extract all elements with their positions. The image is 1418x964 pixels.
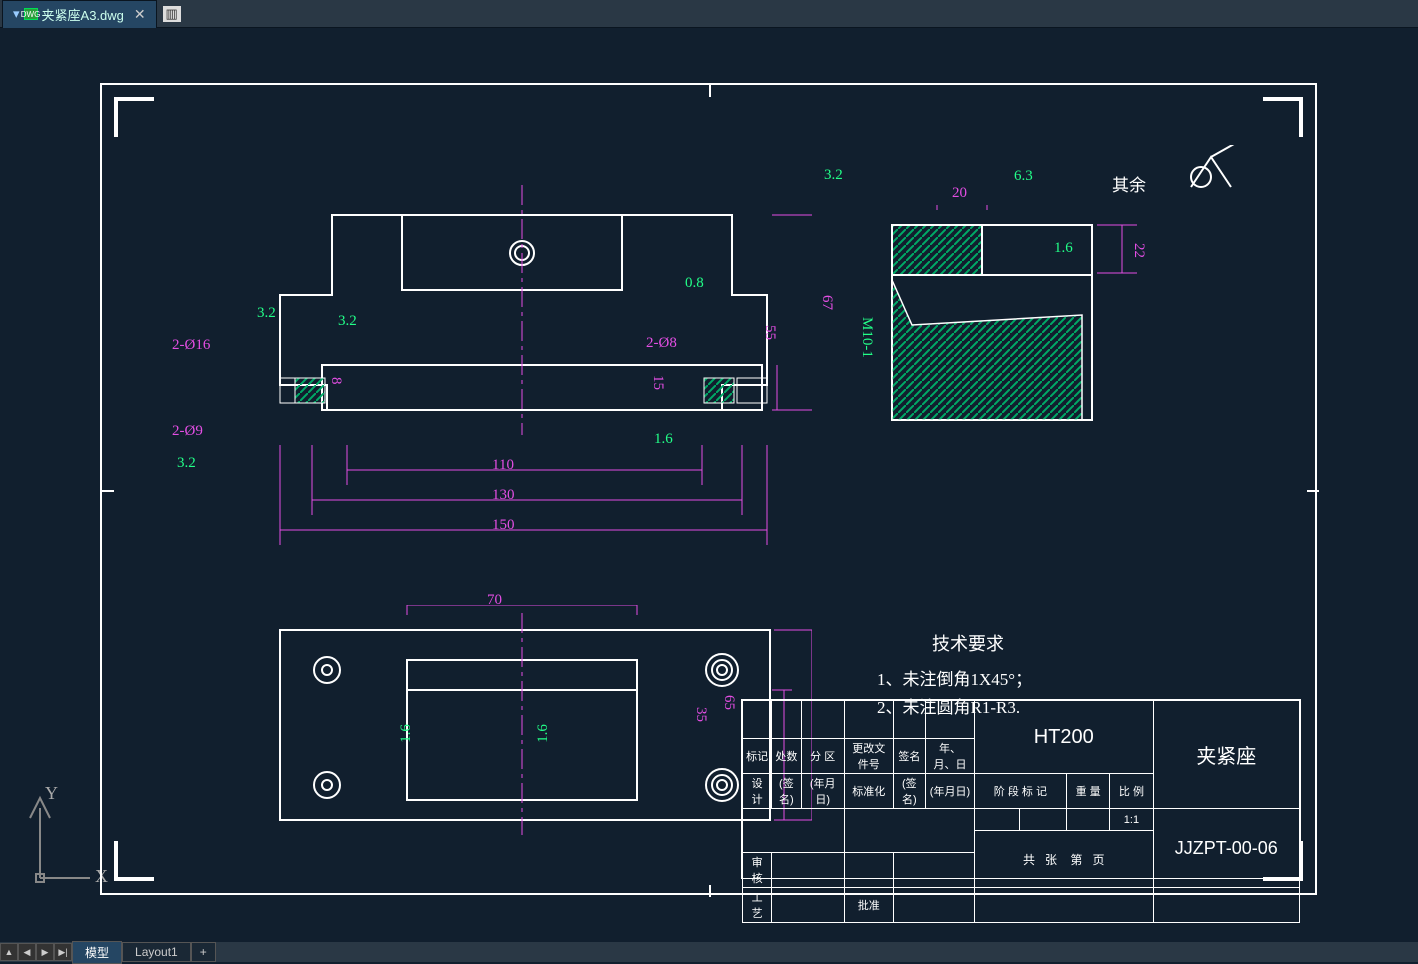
tb-qianming: 签名 — [893, 739, 926, 774]
qiyu-label: 其余 — [1112, 171, 1146, 196]
nav-prev-icon[interactable]: ◀ — [18, 943, 36, 961]
part-name: 夹紧座 — [1153, 701, 1299, 809]
document-tab-bar: ▾ DWG 夹紧座A3.dwg ✕ ▥ — [0, 0, 1418, 28]
dim-67: 67 — [818, 295, 835, 310]
drawing-frame: 110 130 150 70 20 22 67 55 15 8 35 65 2-… — [100, 83, 1317, 895]
surf-1.6: 1.6 — [654, 431, 673, 448]
tb-scale: 1:1 — [1110, 809, 1153, 831]
surf-1.6: 1.6 — [535, 724, 552, 743]
tab-filename: 夹紧座A3.dwg — [42, 5, 124, 24]
nav-last-icon[interactable]: ▶| — [54, 943, 72, 961]
dim-65: 65 — [720, 695, 737, 710]
surf-3.2: 3.2 — [338, 313, 357, 330]
tb-qm2: (签名) — [893, 774, 926, 809]
drawing-canvas[interactable]: Y X — [0, 28, 1418, 942]
dim-110: 110 — [492, 457, 514, 474]
surf-3.2: 3.2 — [177, 455, 196, 472]
surf-6.3: 6.3 — [1014, 168, 1033, 185]
dim-2phi8: 2-Ø8 — [646, 335, 677, 352]
tb-bzh: 标准化 — [844, 774, 893, 809]
tech-req-line1: 1、未注倒角1X45°； — [877, 665, 1032, 690]
tb-bili: 比 例 — [1110, 774, 1153, 809]
dim-22: 22 — [1130, 243, 1147, 258]
tab-dropdown-icon[interactable]: ▾ — [13, 6, 20, 22]
add-layout-tab[interactable]: + — [191, 942, 216, 962]
tb-nyr2: (年月日) — [801, 774, 844, 809]
ucs-y-label: Y — [45, 783, 58, 804]
dim-20: 20 — [952, 185, 967, 202]
tb-chushu: 处数 — [772, 739, 801, 774]
dim-2phi9: 2-Ø9 — [172, 423, 203, 440]
tb-genggai: 更改文件号 — [844, 739, 893, 774]
nav-next-icon[interactable]: ▶ — [36, 943, 54, 961]
tb-nyr3: (年月日) — [926, 774, 975, 809]
model-tab[interactable]: 模型 — [72, 941, 122, 964]
tb-zhongliang: 重 量 — [1066, 774, 1109, 809]
surf-1.6: 1.6 — [1054, 240, 1073, 257]
tb-sheji: 设 计 — [743, 774, 772, 809]
tb-pizhun: 批准 — [844, 888, 893, 923]
dim-70: 70 — [487, 592, 502, 609]
surf-1.6: 1.6 — [398, 724, 415, 743]
dim-150: 150 — [492, 517, 515, 534]
material: HT200 — [974, 701, 1153, 774]
tb-fenqu: 分 区 — [801, 739, 844, 774]
surf-0.8: 0.8 — [685, 275, 704, 292]
dim-2phi16: 2-Ø16 — [172, 337, 210, 354]
dim-35: 35 — [692, 707, 709, 722]
dim-8: 8 — [327, 377, 344, 385]
dim-15: 15 — [649, 375, 666, 390]
layout1-tab[interactable]: Layout1 — [122, 942, 191, 962]
tb-gongyi: 工 艺 — [743, 888, 772, 923]
new-drawing-icon[interactable]: ▥ — [163, 6, 181, 22]
tb-qm: (签名) — [772, 774, 801, 809]
surf-3.2: 3.2 — [824, 167, 843, 184]
tech-req-heading: 技术要求 — [932, 630, 1004, 656]
tb-nyr: 年、月、日 — [926, 739, 975, 774]
dim-55: 55 — [761, 325, 778, 340]
qiyu-symbol — [1165, 145, 1255, 200]
layout-tab-bar: ▲ ◀ ▶ ▶| 模型 Layout1 + — [0, 942, 1418, 962]
top-view — [212, 605, 812, 865]
ucs-icon: Y X — [10, 788, 90, 913]
close-tab-icon[interactable]: ✕ — [134, 6, 146, 23]
tb-biaoji: 标记 — [743, 739, 772, 774]
dim-130: 130 — [492, 487, 515, 504]
dwg-icon: DWG — [24, 8, 38, 20]
surf-3.2: 3.2 — [257, 305, 276, 322]
document-tab[interactable]: ▾ DWG 夹紧座A3.dwg ✕ — [2, 0, 157, 28]
tb-jieduan: 阶 段 标 记 — [974, 774, 1066, 809]
side-view — [882, 205, 1222, 465]
drawing-no: JJZPT-00-06 — [1153, 809, 1299, 888]
nav-first-icon[interactable]: ▲ — [0, 943, 18, 961]
dim-m10: M10-1 — [858, 317, 875, 358]
tb-shenhe: 审 核 — [743, 853, 772, 888]
title-block: HT200 夹紧座 标记 处数 分 区 更改文件号 签名 年、月、日 设 计 (… — [741, 699, 1301, 879]
